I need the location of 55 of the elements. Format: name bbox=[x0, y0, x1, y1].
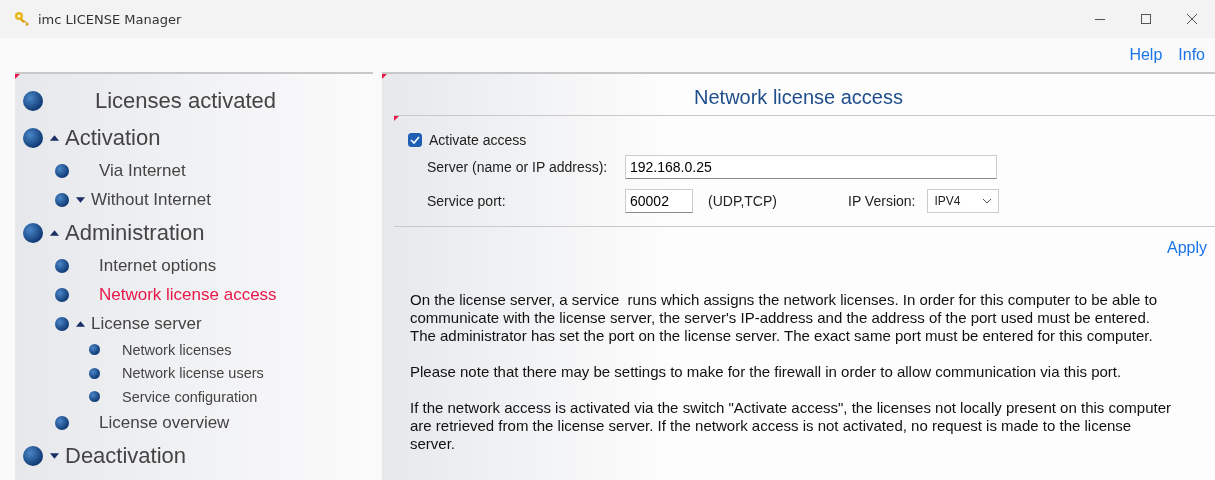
tree-item[interactable]: Network license users bbox=[122, 365, 264, 382]
bullet-icon bbox=[55, 316, 69, 331]
bullet-icon bbox=[55, 416, 69, 430]
bullet-icon bbox=[23, 222, 43, 243]
tree-item[interactable]: Via Internet bbox=[99, 160, 186, 181]
apply-link[interactable]: Apply bbox=[1166, 239, 1207, 257]
tree-item[interactable]: Administration bbox=[65, 219, 205, 246]
server-field[interactable]: 192.168.0.25 bbox=[625, 155, 997, 179]
port-field[interactable]: 60002 bbox=[625, 189, 693, 213]
bullet-icon bbox=[55, 287, 69, 302]
field-label: IP Version: bbox=[848, 193, 916, 209]
tree-item[interactable]: Deactivation bbox=[65, 443, 187, 469]
expand-arrow-icon[interactable] bbox=[48, 452, 60, 460]
tree-item[interactable]: License overview bbox=[99, 413, 230, 433]
menu-link[interactable]: Info bbox=[1178, 46, 1205, 64]
tree-item[interactable]: Without Internet bbox=[91, 189, 211, 210]
bullet-icon bbox=[23, 90, 43, 111]
close-icon bbox=[1187, 14, 1197, 24]
bullet-icon bbox=[55, 192, 69, 207]
tree-item[interactable]: Network licenses bbox=[122, 341, 232, 358]
tree-item[interactable]: Licenses activated bbox=[95, 87, 276, 114]
collapse-arrow-icon[interactable] bbox=[48, 133, 60, 142]
menu-link[interactable]: Help bbox=[1129, 46, 1163, 64]
bullet-icon bbox=[23, 446, 43, 466]
bullet-icon bbox=[55, 163, 69, 178]
bullet-icon bbox=[23, 127, 43, 148]
tree-item[interactable]: Network license access bbox=[99, 284, 277, 305]
corner-marker bbox=[382, 74, 387, 79]
chevron-down-icon bbox=[982, 198, 993, 204]
maximize-icon bbox=[1141, 14, 1151, 24]
key-icon bbox=[14, 11, 32, 27]
window-title: imc LICENSE Manager bbox=[38, 11, 182, 27]
paragraph: If the network access is activated via the switch "Activate access", the licenses not locally present on this computer are retrieved from the license server. If the network access is not activated, no request is made to the license server. bbox=[410, 399, 1172, 453]
corner-marker bbox=[394, 116, 399, 121]
page-title: Network license access bbox=[694, 86, 903, 109]
bullet-icon bbox=[89, 391, 100, 403]
collapse-arrow-icon[interactable] bbox=[74, 319, 86, 328]
corner-marker bbox=[15, 74, 20, 79]
tree-item[interactable]: Internet options bbox=[99, 255, 217, 276]
ip-version-dropdown[interactable]: IPV4 bbox=[927, 189, 1000, 213]
paragraph: Please note that there may be settings to make for the firewall in order to allow communication via this port. bbox=[410, 363, 1123, 381]
bullet-icon bbox=[89, 367, 100, 379]
paragraph: On the license server, a service runs which assigns the network licenses. In order for this computer to be able to communicate with the license server, the server's IP-address and the address of the port used must be entered. The administrator has set the port on the license server. The exact same port must be entered for this computer. bbox=[410, 291, 1159, 345]
tree-item[interactable]: Activation bbox=[65, 124, 161, 151]
protocol-label: (UDP,TCP) bbox=[708, 193, 778, 209]
checkbox[interactable] bbox=[408, 133, 422, 147]
expand-arrow-icon[interactable] bbox=[74, 195, 86, 204]
bullet-icon bbox=[55, 258, 69, 273]
tree-item[interactable]: License server bbox=[91, 313, 202, 334]
tree-item[interactable]: Service configuration bbox=[122, 388, 258, 405]
field-label: Service port: bbox=[427, 193, 507, 209]
collapse-arrow-icon[interactable] bbox=[48, 228, 60, 237]
bullet-icon bbox=[89, 344, 100, 356]
field-label: Server (name or IP address): bbox=[427, 159, 609, 175]
checkbox-label: Activate access bbox=[429, 132, 527, 148]
